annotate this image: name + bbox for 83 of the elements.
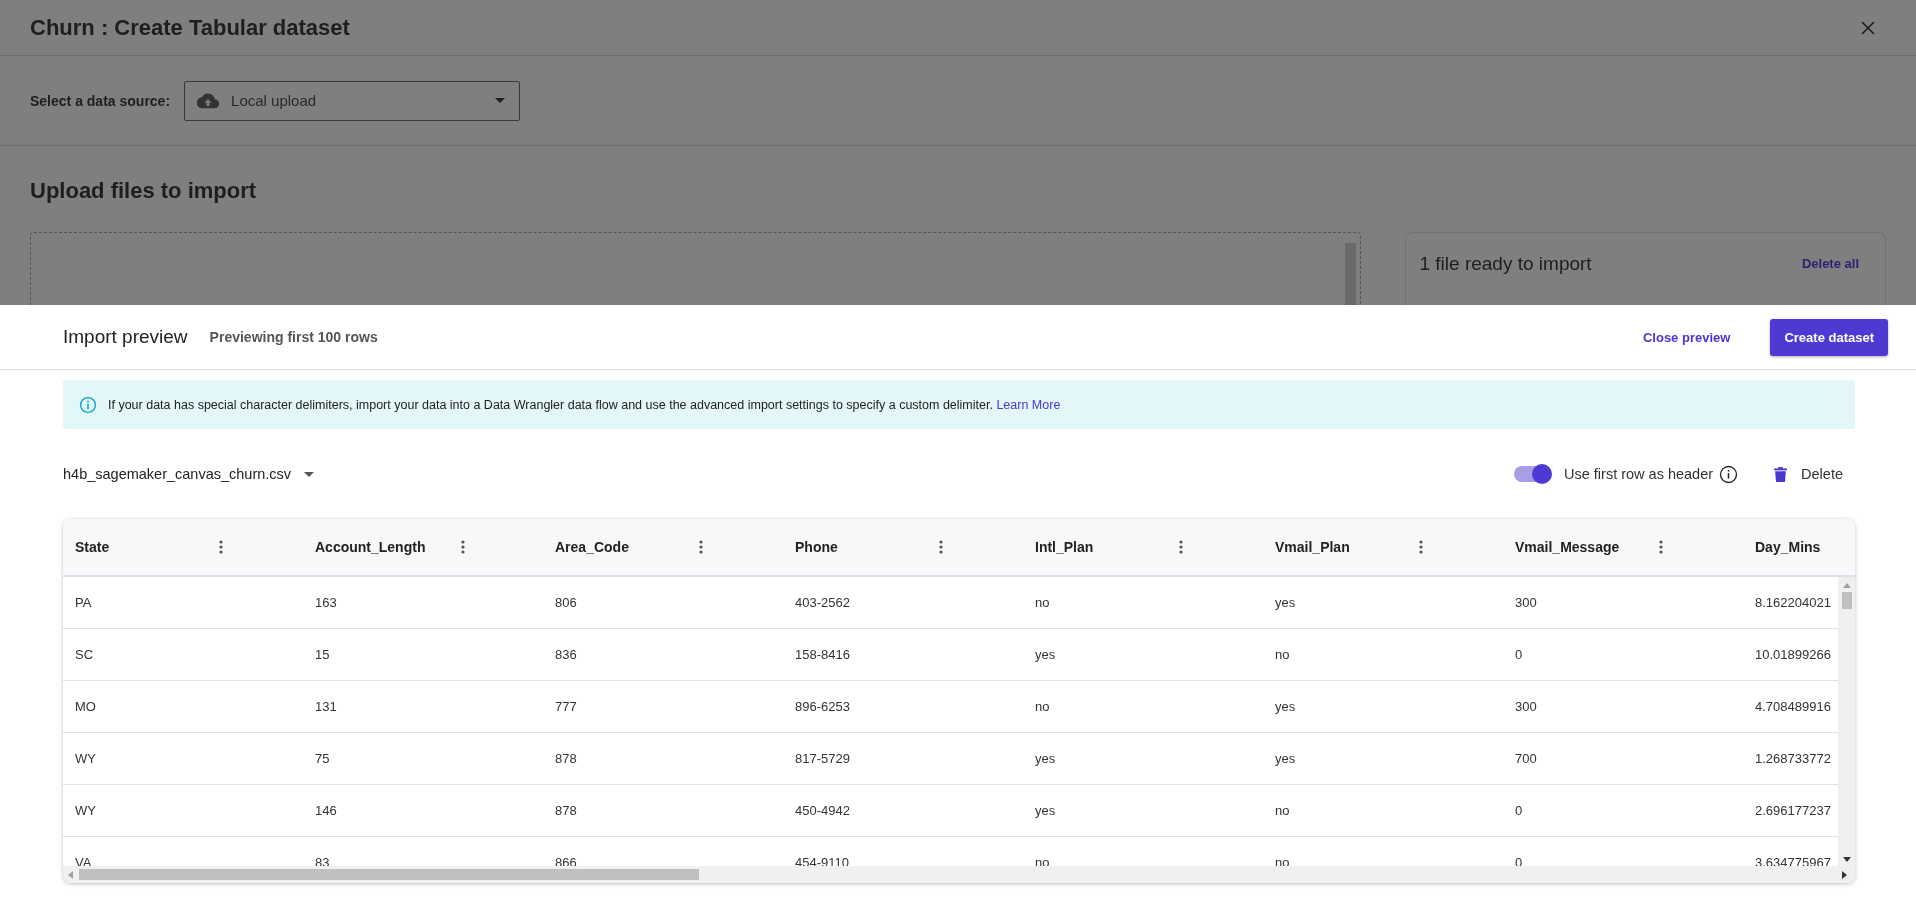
table-cell: yes xyxy=(1035,647,1056,662)
table-cell: 131 xyxy=(315,699,337,714)
create-dataset-button[interactable]: Create dataset xyxy=(1770,318,1888,356)
close-icon[interactable] xyxy=(1860,19,1876,36)
toggle-switch[interactable] xyxy=(1514,466,1550,482)
dialog-title: Churn : Create Tabular dataset xyxy=(30,14,351,41)
column-header: State xyxy=(75,539,110,555)
scroll-thumb[interactable] xyxy=(79,869,699,880)
table-cell: 806 xyxy=(555,595,577,610)
table-cell: 8.162204021 xyxy=(1755,595,1831,610)
kebab-menu-icon[interactable] xyxy=(699,540,703,554)
file-dropdown[interactable]: h4b_sagemaker_canvas_churn.csv xyxy=(63,466,315,482)
toggle-label: Use first row as header xyxy=(1564,466,1714,482)
table-cell: SC xyxy=(75,647,94,662)
learn-more-link[interactable]: Learn More xyxy=(996,397,1061,412)
table-cell: 403-2562 xyxy=(795,595,850,610)
scrollbar[interactable] xyxy=(1838,577,1855,866)
column-header: Intl_Plan xyxy=(1035,539,1094,555)
source-dropdown[interactable]: Local upload xyxy=(184,80,521,121)
table-cell: 163 xyxy=(315,595,337,610)
kebab-menu-icon[interactable] xyxy=(461,540,465,554)
section-heading: Upload files to import xyxy=(30,178,258,204)
column-header: Day_Mins xyxy=(1755,539,1821,555)
table-cell: 1.268733772 xyxy=(1755,751,1831,766)
table-cell: WY xyxy=(75,751,96,766)
panel-subtitle: Previewing first 100 rows xyxy=(209,329,378,345)
table-cell: 896-6253 xyxy=(795,699,850,714)
table-cell: 158-8416 xyxy=(795,647,850,662)
table-cell: yes xyxy=(1035,751,1056,766)
kebab-menu-icon[interactable] xyxy=(1419,540,1423,554)
info-message: If your data has special character delimiters, import your data into a Data Wrangler data flow and use the advanced import settings to specify a custom delimiter. Learn More xyxy=(108,397,1061,412)
scrollbar[interactable] xyxy=(63,866,1855,883)
table-cell: 4.708489916 xyxy=(1755,699,1831,714)
table-cell: no xyxy=(1275,647,1290,662)
close-preview-button[interactable]: Close preview xyxy=(1634,321,1739,353)
delete-button[interactable]: Delete xyxy=(1766,462,1855,486)
table-cell: 2.696177237 xyxy=(1755,803,1831,818)
panel-title: Import preview xyxy=(63,326,188,348)
table-cell: WY xyxy=(75,803,96,818)
scroll-right-icon[interactable] xyxy=(1842,870,1847,879)
scroll-thumb[interactable] xyxy=(1841,592,1852,609)
info-icon[interactable] xyxy=(1719,464,1739,484)
table-cell: 450-4942 xyxy=(795,803,850,818)
table-cell: 878 xyxy=(555,751,577,766)
table-cell: yes xyxy=(1275,699,1296,714)
table-cell: 0 xyxy=(1515,803,1523,818)
column-header: Account_Length xyxy=(315,539,426,555)
table-cell: 300 xyxy=(1515,699,1537,714)
table-cell: 0 xyxy=(1515,647,1523,662)
table-cell: 146 xyxy=(315,803,337,818)
kebab-menu-icon[interactable] xyxy=(1179,540,1183,554)
table-cell: 836 xyxy=(555,647,577,662)
table-cell: 777 xyxy=(555,699,577,714)
trash-icon xyxy=(1774,466,1788,482)
table-cell: no xyxy=(1035,595,1050,610)
column-header: Area_Code xyxy=(555,539,629,555)
info-icon xyxy=(79,395,97,414)
scrollbar[interactable] xyxy=(1344,243,1356,305)
scroll-down-icon[interactable] xyxy=(1842,857,1851,862)
table-cell: yes xyxy=(1275,751,1296,766)
table-cell: no xyxy=(1275,803,1290,818)
caret-icon xyxy=(304,471,315,477)
table-cell: MO xyxy=(75,699,96,714)
table-cell: yes xyxy=(1275,595,1296,610)
table-cell: 75 xyxy=(315,751,330,766)
column-header: Vmail_Message xyxy=(1515,539,1620,555)
table-cell: no xyxy=(1035,699,1050,714)
table-cell: yes xyxy=(1035,803,1056,818)
card-title: 1 file ready to import xyxy=(1419,253,1592,275)
kebab-menu-icon[interactable] xyxy=(1659,540,1663,554)
table-cell: 15 xyxy=(315,647,330,662)
column-header: Vmail_Plan xyxy=(1275,539,1350,555)
table-cell: 878 xyxy=(555,803,577,818)
caret-icon xyxy=(495,98,506,103)
column-header: Phone xyxy=(795,539,838,555)
kebab-menu-icon[interactable] xyxy=(219,540,223,554)
table-cell: 817-5729 xyxy=(795,751,850,766)
kebab-menu-icon[interactable] xyxy=(939,540,943,554)
table-cell: 300 xyxy=(1515,595,1537,610)
source-label: Select a data source: xyxy=(30,92,171,109)
table-cell: 700 xyxy=(1515,751,1537,766)
table-cell: PA xyxy=(75,595,92,610)
table-cell: 10.01899266 xyxy=(1755,647,1831,662)
